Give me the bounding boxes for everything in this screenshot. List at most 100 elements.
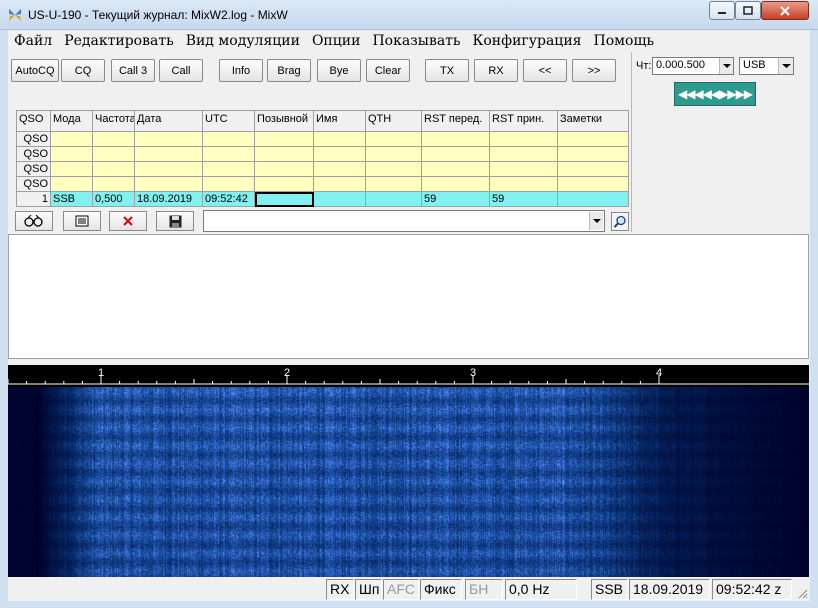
table-cell[interactable] <box>365 146 422 162</box>
squelch-toggle[interactable]: Шп <box>355 579 382 600</box>
table-cell[interactable] <box>557 146 629 162</box>
table-cell[interactable] <box>254 146 314 162</box>
prev-button[interactable]: << <box>523 59 567 82</box>
table-cell[interactable] <box>134 161 203 177</box>
table-cell[interactable] <box>365 176 422 192</box>
table-cell[interactable] <box>92 176 135 192</box>
table-cell[interactable] <box>489 176 558 192</box>
clear-button[interactable]: Clear <box>366 59 410 82</box>
close-button[interactable] <box>761 1 809 20</box>
table-cell[interactable] <box>202 176 255 192</box>
rst-received-cell[interactable]: 59 <box>489 191 558 207</box>
table-cell[interactable] <box>365 131 422 147</box>
bye-button[interactable]: Bye <box>317 59 361 82</box>
table-cell[interactable] <box>92 146 135 162</box>
column-header[interactable]: Частота <box>92 110 135 132</box>
table-cell[interactable] <box>557 161 629 177</box>
fix-toggle[interactable]: Фикс <box>420 579 462 600</box>
table-cell[interactable] <box>254 176 314 192</box>
rx-button[interactable]: RX <box>474 59 518 82</box>
menu-edit[interactable]: Редактировать <box>64 33 173 49</box>
next-button[interactable]: >> <box>572 59 616 82</box>
notes-cell[interactable] <box>557 191 629 207</box>
column-header[interactable]: UTC <box>202 110 255 132</box>
column-header[interactable]: RST перед. <box>421 110 490 132</box>
column-header[interactable]: Имя <box>313 110 366 132</box>
tx-button[interactable]: TX <box>425 59 469 82</box>
table-cell[interactable] <box>92 161 135 177</box>
search-button[interactable] <box>611 212 629 231</box>
utc-cell[interactable]: 09:52:42 <box>202 191 255 207</box>
table-cell[interactable] <box>421 131 490 147</box>
call-button[interactable]: Call <box>159 59 203 82</box>
table-cell[interactable] <box>557 176 629 192</box>
minimize-button[interactable] <box>709 1 735 20</box>
info-button[interactable]: Info <box>219 59 263 82</box>
cq-button[interactable]: CQ <box>61 59 105 82</box>
mode-readout[interactable]: SSB <box>591 579 628 600</box>
rx-indicator[interactable]: RX <box>326 579 354 600</box>
table-cell[interactable] <box>489 161 558 177</box>
mode-cell[interactable]: SSB <box>50 191 93 207</box>
brag-button[interactable]: Brag <box>267 59 311 82</box>
menu-view[interactable]: Показывать <box>372 33 460 49</box>
menu-modulation[interactable]: Вид модуляции <box>186 33 300 49</box>
table-cell[interactable] <box>313 161 366 177</box>
frequency-dropdown-arrow[interactable] <box>719 58 733 74</box>
table-cell[interactable] <box>202 146 255 162</box>
date-cell[interactable]: 18.09.2019 <box>134 191 203 207</box>
table-cell[interactable] <box>134 131 203 147</box>
resize-grip-icon[interactable] <box>798 589 808 599</box>
search-dropdown-arrow[interactable] <box>589 212 603 230</box>
table-cell[interactable] <box>313 146 366 162</box>
current-qso-row[interactable]: 1 SSB 0,500 18.09.2019 09:52:42 59 59 <box>16 191 629 207</box>
frequency-cell[interactable]: 0,500 <box>92 191 135 207</box>
menu-options[interactable]: Опции <box>312 33 360 49</box>
table-cell[interactable] <box>134 146 203 162</box>
table-cell[interactable] <box>313 131 366 147</box>
table-cell[interactable] <box>50 131 93 147</box>
bn-toggle[interactable]: БН <box>465 579 503 600</box>
column-header[interactable]: Мода <box>50 110 93 132</box>
call3-button[interactable]: Call 3 <box>111 59 155 82</box>
table-cell[interactable] <box>254 131 314 147</box>
column-header[interactable]: Заметки <box>557 110 629 132</box>
table-cell[interactable] <box>489 131 558 147</box>
autocq-button[interactable]: AutoCQ <box>11 59 59 82</box>
table-cell[interactable] <box>50 176 93 192</box>
name-cell[interactable] <box>313 191 366 207</box>
table-cell[interactable] <box>202 131 255 147</box>
mode-dropdown-arrow[interactable] <box>778 58 793 74</box>
column-header[interactable]: QSO <box>16 110 51 132</box>
table-row[interactable]: QSO <box>16 161 629 177</box>
table-row[interactable]: QSO <box>16 146 629 162</box>
table-cell[interactable] <box>134 176 203 192</box>
column-header[interactable]: QTH <box>365 110 422 132</box>
waterfall-display[interactable]: 1234 7 <box>8 365 809 577</box>
waterfall-spectrogram[interactable] <box>8 387 809 577</box>
afc-toggle[interactable]: AFC <box>383 579 419 600</box>
table-row[interactable]: QSO <box>16 131 629 147</box>
rst-sent-cell[interactable]: 59 <box>421 191 490 207</box>
table-cell[interactable] <box>202 161 255 177</box>
column-header[interactable]: RST прин. <box>489 110 558 132</box>
table-cell[interactable] <box>313 176 366 192</box>
edit-record-button[interactable] <box>63 211 101 231</box>
callsign-cell[interactable] <box>254 191 314 207</box>
table-cell[interactable] <box>421 176 490 192</box>
column-header[interactable]: Позывной <box>254 110 314 132</box>
qth-cell[interactable] <box>365 191 422 207</box>
table-cell[interactable] <box>421 161 490 177</box>
table-cell[interactable] <box>365 161 422 177</box>
table-cell[interactable] <box>557 131 629 147</box>
tuning-arrows[interactable]: ◀◀◀◀◀▶▶▶▶ <box>674 82 756 106</box>
column-header[interactable]: Дата <box>134 110 203 132</box>
delete-button[interactable] <box>109 211 147 231</box>
table-cell[interactable] <box>92 131 135 147</box>
menu-help[interactable]: Помощь <box>593 33 654 49</box>
log-search-input[interactable] <box>203 210 605 232</box>
table-row[interactable]: QSO <box>16 176 629 192</box>
find-button[interactable] <box>15 211 53 231</box>
maximize-button[interactable] <box>735 1 761 20</box>
table-cell[interactable] <box>489 146 558 162</box>
